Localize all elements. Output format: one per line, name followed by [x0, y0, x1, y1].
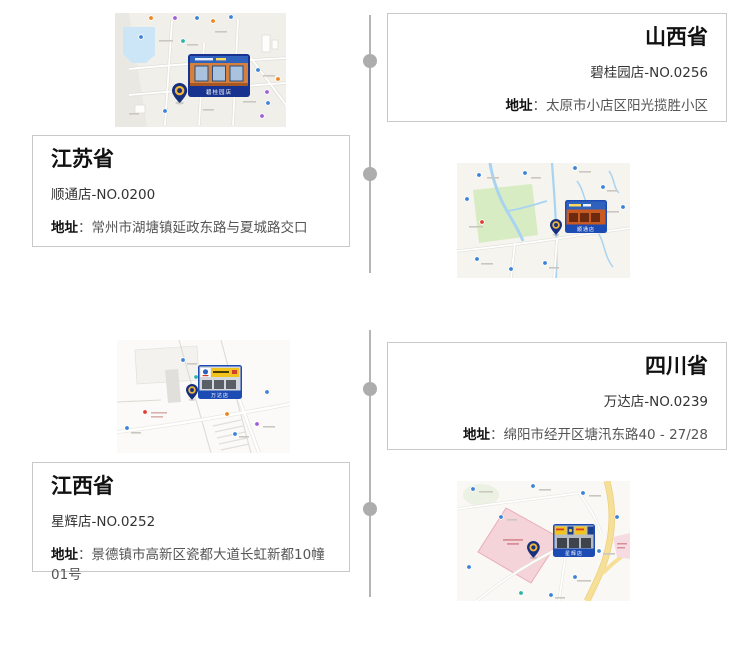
address-label: 地址 [506, 98, 533, 114]
store-map-shanxi: 碧桂园店 [115, 13, 286, 127]
store-location-timeline: 碧桂园店 山西省 碧桂园店-NO.0256 地址：太原市小店区阳光揽胜小区 江苏… [0, 0, 732, 654]
timeline-dot [363, 502, 377, 516]
timeline-dot [363, 167, 377, 181]
map-marker-label: 碧桂园店 [206, 88, 232, 96]
park-area [473, 184, 538, 243]
map-image: 星辉店 [457, 481, 630, 601]
address-colon: ： [78, 220, 92, 236]
map-image: 万达店 [117, 340, 290, 453]
store-photo-marker: 万达店 [198, 365, 242, 399]
store-card-jiangxi: 江西省 星辉店-NO.0252 地址：景德镇市高新区瓷都大道长虹新都10幢01号 [32, 462, 350, 572]
address-text: 太原市小店区阳光揽胜小区 [546, 98, 708, 114]
province-title: 江苏省 [51, 147, 331, 172]
store-address: 地址：景德镇市高新区瓷都大道长虹新都10幢01号 [51, 543, 331, 583]
map-marker-label: 万达店 [211, 392, 229, 399]
timeline-dot [363, 382, 377, 396]
province-title: 山西省 [406, 25, 708, 50]
map-marker-label: 顺通店 [577, 226, 595, 233]
address-text: 景德镇市高新区瓷都大道长虹新都10幢01号 [51, 547, 325, 583]
address-text: 常州市湖塘镇延政东路与夏城路交口 [92, 220, 308, 236]
store-photo-marker: 顺通店 [565, 200, 607, 233]
province-title: 江西省 [51, 474, 331, 499]
store-card-shanxi: 山西省 碧桂园店-NO.0256 地址：太原市小店区阳光揽胜小区 [387, 13, 727, 122]
address-colon: ： [78, 547, 92, 563]
store-map-jiangsu: 顺通店 [457, 163, 630, 278]
store-photo-marker: 碧桂园店 [188, 54, 250, 97]
address-text: 绵阳市经开区塘汛东路40 - 27/28 [503, 427, 708, 443]
store-map-jiangxi: 星辉店 [457, 481, 630, 601]
store-address: 地址：绵阳市经开区塘汛东路40 - 27/28 [406, 423, 708, 443]
water-area [123, 27, 155, 63]
address-label: 地址 [51, 547, 78, 563]
map-image: 碧桂园店 [115, 13, 286, 127]
address-label: 地址 [51, 220, 78, 236]
store-name: 万达店-NO.0239 [406, 390, 708, 410]
store-card-sichuan: 四川省 万达店-NO.0239 地址：绵阳市经开区塘汛东路40 - 27/28 [387, 342, 727, 450]
timeline-dot [363, 54, 377, 68]
store-address: 地址：太原市小店区阳光揽胜小区 [406, 94, 708, 114]
map-image: 顺通店 [457, 163, 630, 278]
address-colon: ： [490, 427, 504, 443]
map-marker-label: 星辉店 [565, 550, 583, 557]
store-address: 地址：常州市湖塘镇延政东路与夏城路交口 [51, 216, 331, 236]
province-title: 四川省 [406, 354, 708, 379]
store-name: 碧桂园店-NO.0256 [406, 61, 708, 81]
store-map-sichuan: 万达店 [117, 340, 290, 453]
timeline-line [369, 330, 371, 597]
store-name: 星辉店-NO.0252 [51, 510, 331, 530]
store-name: 顺通店-NO.0200 [51, 183, 331, 203]
address-colon: ： [533, 98, 547, 114]
address-label: 地址 [463, 427, 490, 443]
store-card-jiangsu: 江苏省 顺通店-NO.0200 地址：常州市湖塘镇延政东路与夏城路交口 [32, 135, 350, 247]
store-photo-marker: 星辉店 [553, 524, 595, 557]
